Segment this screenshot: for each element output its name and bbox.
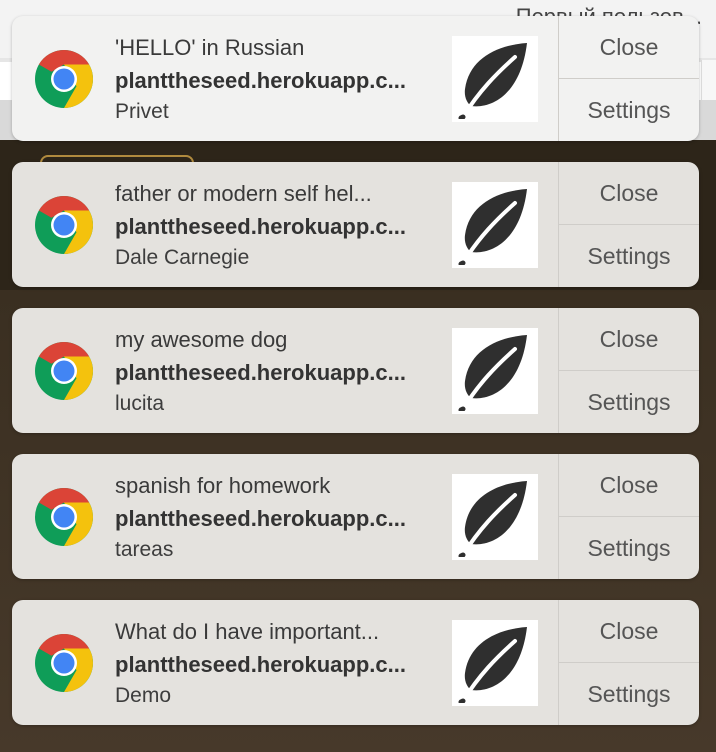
settings-button[interactable]: Settings [559, 662, 699, 725]
notification-content[interactable]: What do I have important... planttheseed… [12, 600, 558, 725]
close-button[interactable]: Close [559, 162, 699, 224]
notification-content[interactable]: 'HELLO' in Russian planttheseed.herokuap… [12, 16, 558, 141]
notification[interactable]: spanish for homework planttheseed.heroku… [12, 454, 699, 579]
notification-body: Demo [115, 684, 172, 707]
notification-image [452, 474, 538, 560]
notification[interactable]: 'HELLO' in Russian planttheseed.herokuap… [12, 16, 699, 141]
background-scroll-edge [701, 60, 716, 100]
close-button[interactable]: Close [559, 454, 699, 516]
notification-body: tareas [115, 538, 174, 561]
notification-origin: planttheseed.herokuapp.c... [115, 360, 406, 385]
chrome-icon [35, 488, 93, 546]
notification-content[interactable]: father or modern self hel... plantthesee… [12, 162, 558, 287]
notification-content[interactable]: my awesome dog planttheseed.herokuapp.c.… [12, 308, 558, 433]
settings-button[interactable]: Settings [559, 370, 699, 433]
notification[interactable]: my awesome dog planttheseed.herokuapp.c.… [12, 308, 699, 433]
notification-body: Dale Carnegie [115, 246, 250, 269]
notification-actions: Close Settings [558, 600, 699, 725]
settings-button[interactable]: Settings [559, 78, 699, 141]
settings-button[interactable]: Settings [559, 224, 699, 287]
settings-button[interactable]: Settings [559, 516, 699, 579]
close-button[interactable]: Close [559, 16, 699, 78]
notification-image [452, 328, 538, 414]
notification-body: Privet [115, 100, 169, 123]
notification-actions: Close Settings [558, 16, 699, 141]
close-button[interactable]: Close [559, 308, 699, 370]
notification-origin: planttheseed.herokuapp.c... [115, 214, 406, 239]
leaf-icon [458, 189, 527, 265]
notification-actions: Close Settings [558, 308, 699, 433]
notification-content[interactable]: spanish for homework planttheseed.heroku… [12, 454, 558, 579]
notification-body: lucita [115, 392, 165, 415]
notification-image [452, 620, 538, 706]
notification-actions: Close Settings [558, 454, 699, 579]
notification-title: What do I have important... [115, 619, 380, 644]
notification-origin: planttheseed.herokuapp.c... [115, 652, 406, 677]
close-button[interactable]: Close [559, 600, 699, 662]
notification-title: father or modern self hel... [115, 181, 372, 206]
chrome-icon [35, 50, 93, 108]
notification[interactable]: What do I have important... planttheseed… [12, 600, 699, 725]
notification[interactable]: father or modern self hel... plantthesee… [12, 162, 699, 287]
leaf-icon [458, 481, 527, 557]
leaf-icon [458, 627, 527, 703]
leaf-icon [458, 43, 527, 119]
notification-title: 'HELLO' in Russian [115, 35, 305, 60]
notification-origin: planttheseed.herokuapp.c... [115, 506, 406, 531]
notification-image [452, 36, 538, 122]
chrome-icon [35, 196, 93, 254]
leaf-icon [458, 335, 527, 411]
notification-title: spanish for homework [115, 473, 331, 498]
notification-title: my awesome dog [115, 327, 288, 352]
notification-actions: Close Settings [558, 162, 699, 287]
notification-image [452, 182, 538, 268]
notification-origin: planttheseed.herokuapp.c... [115, 68, 406, 93]
chrome-icon [35, 342, 93, 400]
chrome-icon [35, 634, 93, 692]
